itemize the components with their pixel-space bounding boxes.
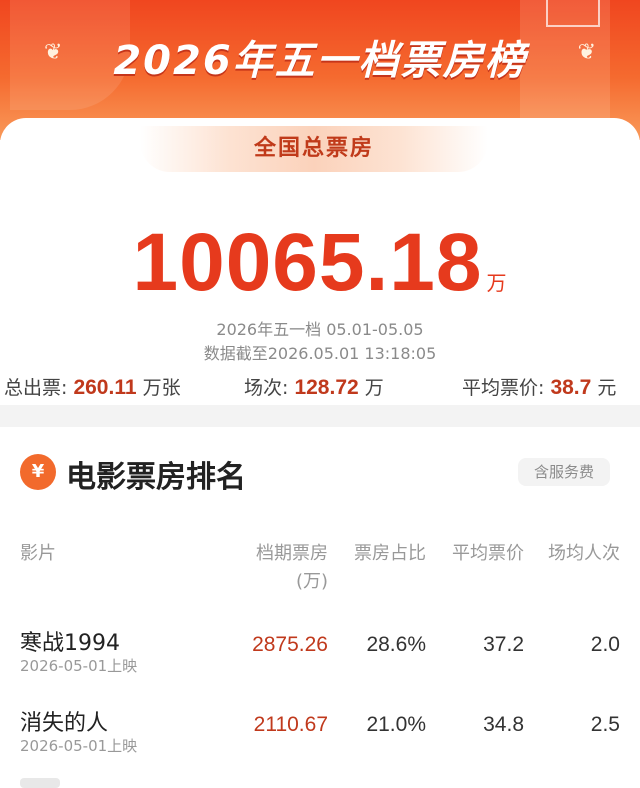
ranking-title: 电影票房排名 (66, 460, 246, 495)
stat-tickets-label: 总出票: (4, 377, 68, 399)
film-box-office: 2110.67 (253, 713, 328, 736)
film-box-office: 2875.26 (252, 633, 328, 656)
stat-tickets: 总出票: 260.11 万张 (4, 373, 181, 400)
service-fee-tag[interactable]: 含服务费 (518, 458, 610, 486)
film-release-date: 2026-05-01上映 (20, 737, 138, 755)
column-header-box-office[interactable]: 档期票房 (万) (228, 540, 328, 596)
film-title[interactable]: 消失的人 (20, 705, 108, 737)
stat-avg-price-unit: 元 (597, 377, 617, 399)
stat-avg-price-label: 平均票价: (462, 377, 545, 399)
film-avg-attendance: 2.5 (590, 713, 620, 736)
stat-shows-value: 128.72 (294, 376, 359, 399)
next-row-placeholder (20, 778, 60, 788)
column-header-film: 影片 (20, 543, 56, 564)
ranking-header: ¥ 电影票房排名 含服务费 (0, 440, 640, 500)
total-box-office-unit: 万 (486, 273, 508, 295)
summary-stats: 总出票: 260.11 万张 场次: 128.72 万 平均票价: 38.7 元 (0, 373, 640, 403)
film-avg-attendance: 2.0 (590, 633, 620, 656)
page-title: 2026年五一档票房榜 (113, 38, 527, 84)
column-header-avg-attendance[interactable]: 场均人次 (520, 540, 620, 568)
laurel-right-icon: ❦ (577, 40, 596, 65)
stat-tickets-unit: 万张 (142, 377, 181, 399)
total-box-office-label: 全国总票房 (140, 126, 488, 172)
stat-shows: 场次: 128.72 万 (244, 373, 384, 400)
film-title[interactable]: 寒战1994 (20, 625, 120, 657)
ticket-icon: ¥ (20, 454, 56, 490)
column-header-box-office-unit: (万) (295, 571, 328, 592)
summary-card: 全国总票房 10065.18 万 2026年五一档 05.01-05.05 数据截… (0, 118, 640, 408)
column-header-share[interactable]: 票房占比 (326, 540, 426, 568)
data-cutoff-text: 数据截至2026.05.01 13:18:05 (203, 344, 437, 363)
film-avg-price: 37.2 (483, 633, 524, 656)
film-share: 21.0% (366, 713, 426, 736)
table-row[interactable]: 寒战1994 2026-05-01上映 2875.26 28.6% 37.2 2… (0, 625, 640, 695)
table-row[interactable]: 消失的人 2026-05-01上映 2110.67 21.0% 34.8 2.5 (0, 705, 640, 775)
column-header-avg-price[interactable]: 平均票价 (424, 540, 524, 568)
stat-shows-unit: 万 (364, 377, 384, 399)
column-header-box-office-label: 档期票房 (256, 543, 328, 564)
total-box-office: 10065.18 万 (0, 218, 640, 329)
stat-avg-price-value: 38.7 (550, 376, 592, 399)
section-divider (0, 405, 640, 427)
stat-avg-price: 平均票价: 38.7 元 (462, 373, 616, 400)
period-text: 2026年五一档 05.01-05.05 (216, 320, 424, 339)
film-share: 28.6% (366, 633, 426, 656)
banner-decoration (546, 0, 600, 27)
total-box-office-value: 10065.18 (132, 217, 483, 308)
film-avg-price: 34.8 (483, 713, 524, 736)
stat-tickets-value: 260.11 (73, 376, 137, 399)
stat-shows-label: 场次: (244, 377, 289, 399)
film-release-date: 2026-05-01上映 (20, 657, 138, 675)
